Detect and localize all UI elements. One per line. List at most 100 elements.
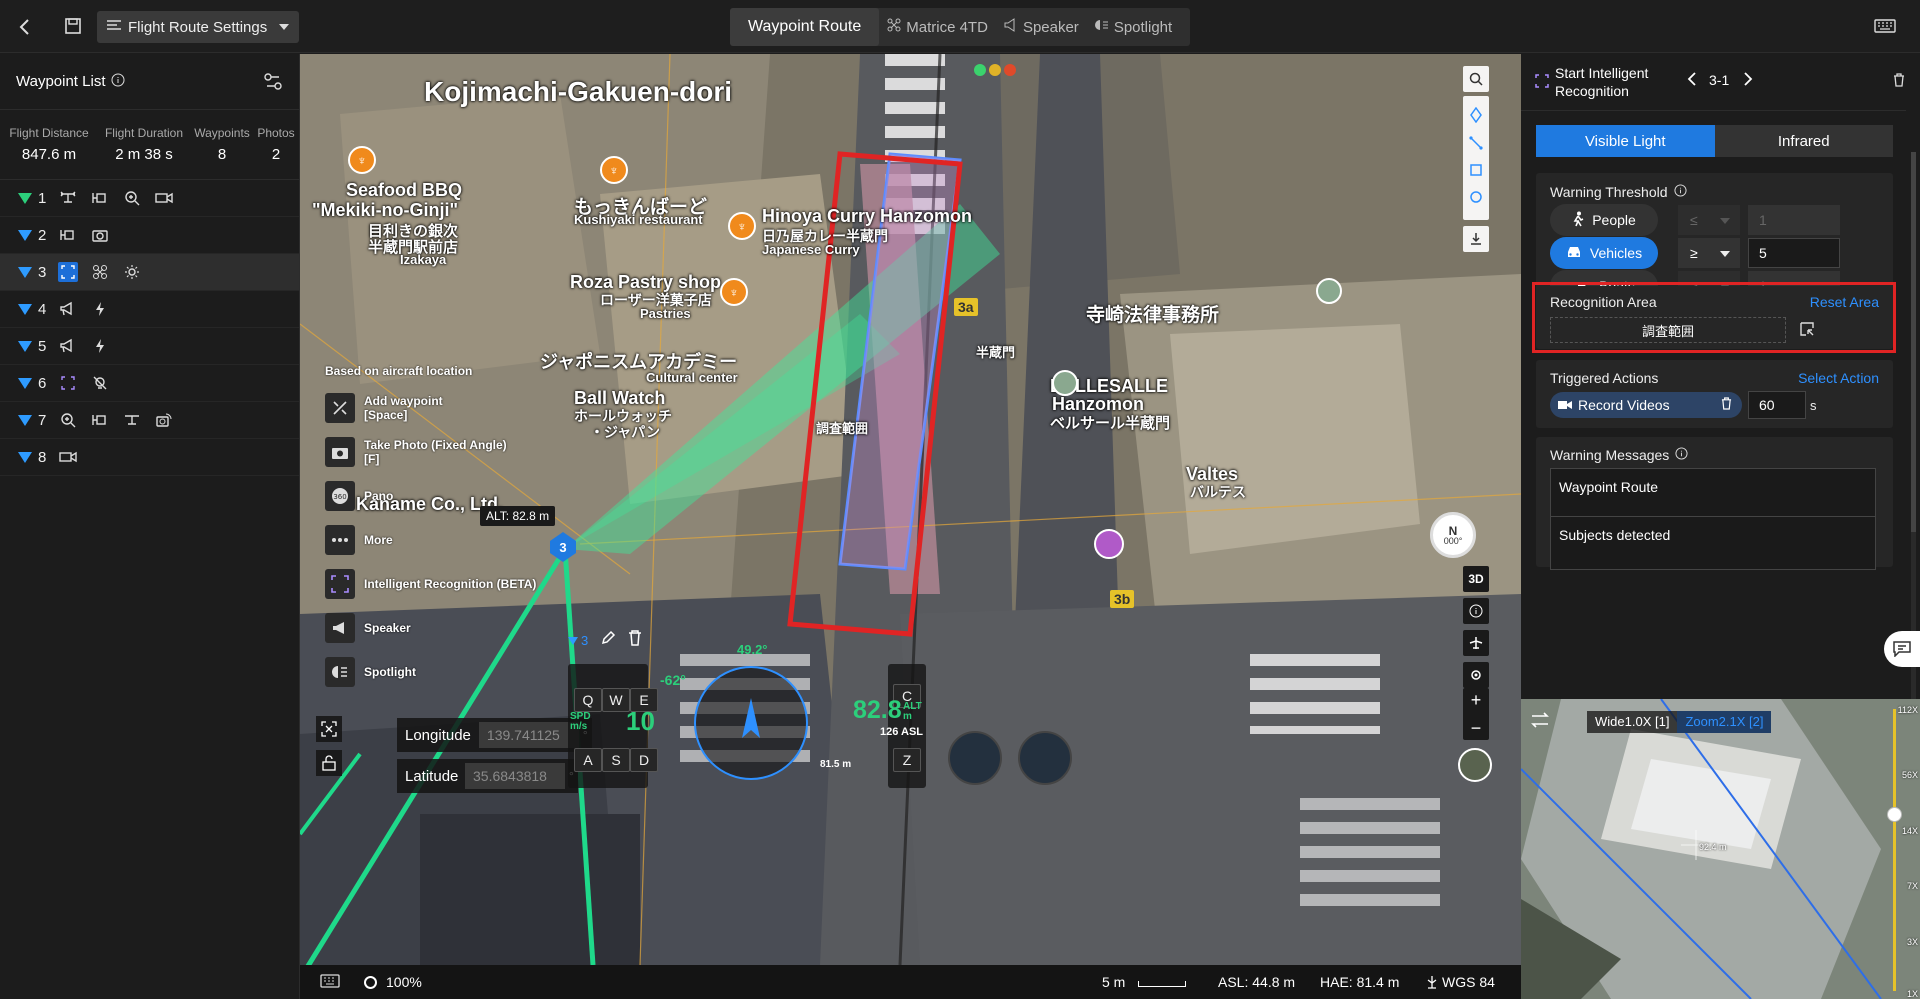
waypoint-row[interactable]: 8 [0,439,299,476]
lock-icon[interactable] [316,750,342,776]
restaurant-pin-icon[interactable]: ♆ [348,146,376,174]
chevron-left-icon[interactable] [14,16,34,38]
north-compass[interactable]: N 000° [1430,512,1476,558]
info-icon[interactable] [1463,598,1489,624]
circle-tool-icon[interactable] [1469,190,1483,209]
point-tool-icon[interactable] [1469,106,1483,128]
warning-message-input[interactable]: Waypoint Route [1550,468,1876,522]
vehicles-threshold-input[interactable]: 5 [1748,238,1840,268]
record-video-icon[interactable] [58,447,78,467]
flash-icon[interactable] [90,336,110,356]
shopping-pin-icon[interactable] [1094,529,1124,559]
intelligent-recognition-icon[interactable] [58,262,78,282]
record-video-icon[interactable] [154,188,174,208]
poi-pin-icon[interactable] [1052,370,1078,396]
people-threshold-input[interactable]: 1 [1748,205,1840,235]
photo-angle-icon[interactable] [154,410,174,430]
scrollbar[interactable] [1911,152,1916,699]
waypoint-row[interactable]: 1 [0,180,299,217]
zoom-slider-handle[interactable] [1887,807,1902,822]
waypoint-row[interactable]: 3 [0,254,299,291]
camera-icon[interactable] [90,225,110,245]
people-toggle[interactable]: People [1550,204,1658,236]
delete-icon[interactable] [628,630,642,651]
reset-area-link[interactable]: Reset Area [1810,294,1879,310]
fit-view-icon[interactable] [316,716,342,742]
speaker-icon[interactable] [58,336,78,356]
tab-waypoint-route[interactable]: Waypoint Route [730,8,880,46]
waypoint-row[interactable]: 7 [0,402,299,439]
delete-icon[interactable] [1721,397,1732,413]
zoom-slider[interactable]: 112X 56X 14X 7X 3X 1X [1878,703,1920,999]
save-icon[interactable] [62,15,84,37]
aircraft-icon[interactable] [1463,630,1489,656]
latitude-input[interactable]: 35.6843818 [465,763,565,789]
waypoint-row[interactable]: 6 [0,365,299,402]
tab-infrared[interactable]: Infrared [1714,125,1893,157]
map-layer-icon[interactable] [1458,748,1492,782]
aircraft-yaw-icon[interactable] [58,188,78,208]
zoom-in-icon[interactable]: + [1471,691,1482,709]
3d-view-button[interactable]: 3D [1463,566,1489,592]
waypoint-row[interactable]: 5 [0,328,299,365]
chevron-left-icon[interactable] [1687,71,1697,92]
drone-icon[interactable] [90,262,110,282]
speaker-icon[interactable] [58,299,78,319]
warning-message-input[interactable]: Subjects detected [1550,516,1876,570]
restaurant-pin-icon[interactable]: ♆ [728,212,756,240]
restaurant-pin-icon[interactable]: ♆ [720,278,748,306]
record-seconds-input[interactable]: 60 [1748,391,1806,419]
lens-wide-button[interactable]: Wide1.0X [1] [1587,711,1677,733]
intelligent-recognition-action[interactable]: Intelligent Recognition (BETA) [325,562,565,606]
line-tool-icon[interactable] [1469,136,1483,155]
area-name[interactable]: 調査範囲 [1550,317,1786,343]
keyboard-icon[interactable] [1873,16,1897,36]
zoom-out-icon[interactable]: − [1471,719,1482,737]
spotlight-icon[interactable] [122,262,142,282]
keyboard-icon[interactable] [320,974,340,991]
speaker-action[interactable]: Speaker [325,606,565,650]
area-select-icon[interactable] [1800,322,1814,341]
spotlight-off-icon[interactable] [90,373,110,393]
people-operator-select[interactable]: ≤ [1678,205,1740,235]
tab-matrice[interactable]: Matrice 4TD [879,18,996,36]
locate-icon[interactable] [1463,662,1489,688]
vehicles-operator-select[interactable]: ≥ [1678,238,1740,268]
record-videos-action[interactable]: Record Videos [1550,392,1742,418]
spotlight-action[interactable]: Spotlight [325,650,565,694]
satellite-map[interactable]: Kojimachi-Gakuen-dori Seafood BBQ "Mekik… [300,54,1521,965]
restaurant-pin-icon[interactable]: ♆ [600,156,628,184]
lens-zoom-button[interactable]: Zoom2.1X [2] [1677,711,1772,733]
intelligent-recognition-icon[interactable] [58,373,78,393]
poi-pin-icon[interactable] [1316,278,1342,304]
import-icon[interactable] [1463,226,1489,252]
select-action-link[interactable]: Select Action [1798,370,1879,386]
take-photo-action[interactable]: Take Photo (Fixed Angle) [F] [325,430,565,474]
key-z[interactable]: Z [893,748,921,772]
zoom-icon[interactable] [58,410,78,430]
chat-icon[interactable] [1884,631,1920,667]
add-waypoint-action[interactable]: Add waypoint [Space] [325,386,565,430]
tab-spotlight[interactable]: Spotlight [1087,18,1180,36]
camera-feed[interactable]: 92.4 m Wide1.0X [1] Zoom2.1X [2] [1521,699,1920,999]
chevron-right-icon[interactable] [1743,71,1753,92]
edit-icon[interactable] [600,630,616,651]
tab-visible-light[interactable]: Visible Light [1536,125,1715,157]
key-d[interactable]: D [630,748,658,772]
flash-icon[interactable] [90,299,110,319]
tab-speaker[interactable]: Speaker [996,18,1087,36]
info-icon[interactable] [111,73,125,91]
zoom-icon[interactable] [122,188,142,208]
vehicles-toggle[interactable]: Vehicles [1550,237,1658,269]
area-tool-icon[interactable] [1469,163,1483,182]
gimbal-icon[interactable] [90,410,110,430]
key-q[interactable]: Q [574,688,602,712]
info-icon[interactable] [1673,184,1687,200]
delete-icon[interactable] [1893,73,1905,92]
longitude-input[interactable]: 139.741125 [478,722,579,748]
aircraft-yaw-icon[interactable] [122,410,142,430]
gimbal-icon[interactable] [58,225,78,245]
key-s[interactable]: S [602,748,630,772]
waypoint-settings-icon[interactable] [263,72,285,96]
key-a[interactable]: A [574,748,602,772]
